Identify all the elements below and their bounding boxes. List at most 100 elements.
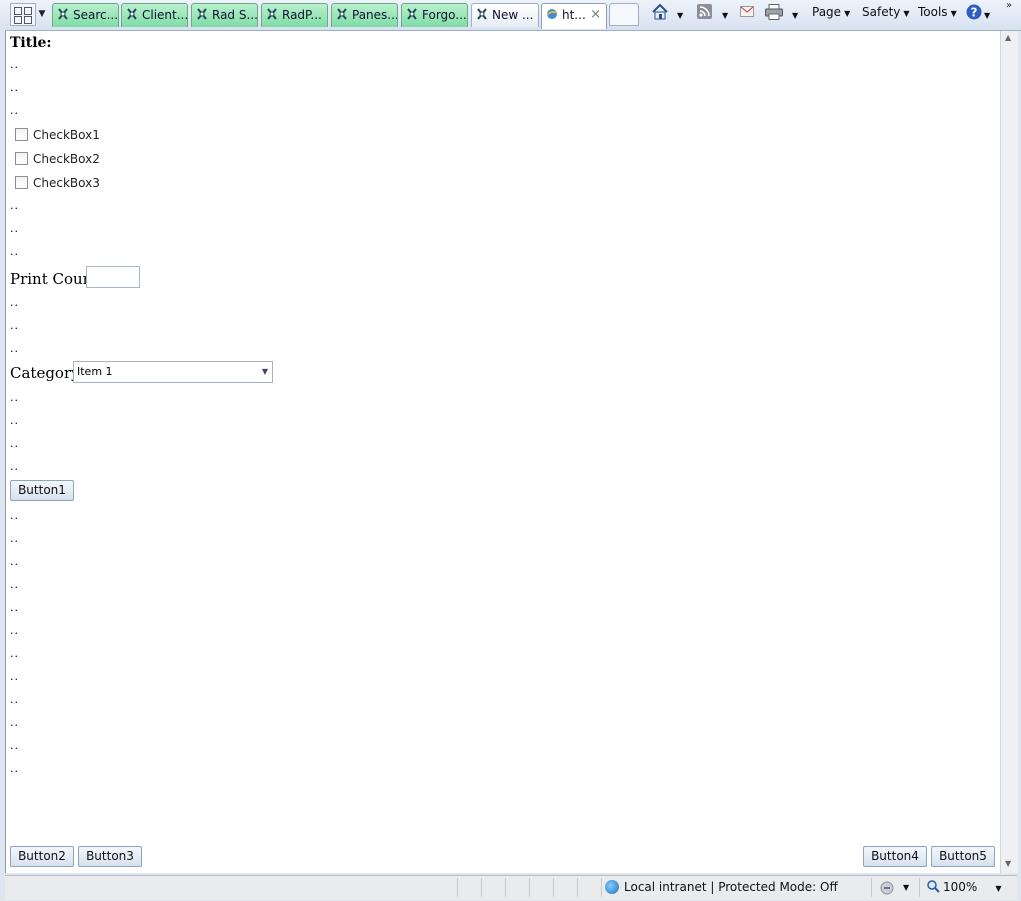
tools-menu[interactable]: Tools ▼ — [918, 4, 957, 24]
filler-text: .. — [10, 716, 19, 729]
tab-search[interactable]: Searc... — [52, 3, 119, 27]
xenu-tab-icon — [267, 8, 277, 20]
tab-rad-s[interactable]: Rad S... — [191, 3, 258, 27]
print-count-input[interactable] — [86, 266, 140, 288]
quick-tabs-button[interactable] — [10, 3, 36, 26]
scroll-down-icon[interactable]: ▼ — [1005, 859, 1011, 868]
grid-icon — [14, 7, 22, 15]
filler-text: .. — [10, 670, 19, 683]
xenu-tab-icon — [407, 8, 417, 20]
checkbox-box[interactable] — [15, 176, 28, 189]
scroll-up-icon[interactable]: ▲ — [1005, 33, 1011, 42]
chevron-down-icon[interactable]: ▼ — [903, 883, 909, 892]
filler-text: .. — [10, 762, 19, 775]
filler-text: .. — [10, 391, 19, 404]
tab-label: ht... — [562, 8, 586, 22]
vertical-scrollbar[interactable]: ▲ ▼ — [1000, 31, 1018, 873]
tab-label: New ... — [492, 8, 534, 22]
checkbox-label: CheckBox1 — [33, 128, 100, 142]
filler-text: .. — [10, 647, 19, 660]
tab-label: Rad S... — [212, 8, 258, 22]
close-tab-icon[interactable]: × — [590, 4, 601, 26]
checkbox-box[interactable] — [15, 152, 28, 165]
security-zone[interactable]: Local intranet | Protected Mode: Off — [605, 880, 838, 894]
tab-new[interactable]: New ... — [471, 3, 539, 27]
filler-text: .. — [10, 199, 19, 212]
new-tab-button[interactable] — [609, 3, 639, 26]
feeds-dropdown[interactable]: ▼ — [722, 7, 728, 27]
mail-icon[interactable] — [740, 6, 754, 17]
page-menu[interactable]: Page ▼ — [812, 4, 850, 24]
status-divider — [481, 878, 482, 897]
tab-forgo[interactable]: Forgo... — [401, 3, 468, 27]
filler-text: .. — [10, 509, 19, 522]
button-4[interactable]: Button4 — [863, 846, 927, 867]
checkbox-3[interactable]: CheckBox3 — [15, 176, 100, 190]
tab-list-dropdown[interactable]: ▼ — [36, 3, 48, 26]
filler-text: .. — [10, 555, 19, 568]
zoom-level: 100% — [943, 880, 978, 894]
category-select[interactable]: Item 1 ▼ — [73, 361, 273, 383]
status-divider — [601, 878, 602, 897]
chevron-down-icon[interactable]: ▼ — [262, 362, 268, 382]
tab-label: Client... — [142, 8, 188, 22]
xenu-tab-icon — [197, 8, 207, 20]
button-2[interactable]: Button2 — [10, 846, 74, 867]
tab-active-page[interactable]: ht... × — [541, 3, 607, 29]
feeds-icon[interactable] — [697, 4, 712, 19]
checkbox-1[interactable]: CheckBox1 — [15, 128, 100, 142]
checkbox-box[interactable] — [15, 128, 28, 141]
help-dropdown[interactable]: ▼ — [984, 7, 990, 27]
status-divider — [553, 878, 554, 897]
filler-text: .. — [10, 81, 19, 94]
status-divider — [505, 878, 506, 897]
tab-strip: ▼ Searc... Client... Rad S... RadP... Pa… — [0, 0, 1021, 31]
grid-icon-cell — [24, 16, 32, 24]
tab-label: Forgo... — [422, 8, 467, 22]
filler-text: .. — [10, 437, 19, 450]
chevron-down-icon: ▼ — [903, 9, 910, 18]
safety-menu-label: Safety — [862, 5, 901, 19]
status-bar: Local intranet | Protected Mode: Off ▼ 1… — [5, 875, 1017, 900]
tab-client[interactable]: Client... — [121, 3, 188, 27]
filler-text: .. — [10, 532, 19, 545]
toolbar-overflow-chevron[interactable]: » — [1006, 0, 1012, 11]
filler-text: .. — [10, 245, 19, 258]
security-zone-text: Local intranet | Protected Mode: Off — [624, 880, 838, 894]
chevron-down-icon[interactable]: ▼ — [995, 884, 1001, 893]
filler-text: .. — [10, 578, 19, 591]
tab-label: RadP... — [282, 8, 322, 22]
status-divider — [577, 878, 578, 897]
button-3[interactable]: Button3 — [78, 846, 142, 867]
page-content: Title: .. .. .. CheckBox1 CheckBox2 Chec… — [5, 31, 1000, 873]
home-icon[interactable] — [651, 3, 669, 21]
chevron-down-icon: ▼ — [950, 9, 957, 18]
filler-text: .. — [10, 296, 19, 309]
svg-text:?: ? — [971, 6, 978, 20]
tab-radp[interactable]: RadP... — [261, 3, 328, 27]
tab-label: Searc... — [73, 8, 119, 22]
button-1[interactable]: Button1 — [10, 480, 74, 501]
filler-text: .. — [10, 222, 19, 235]
tab-panes[interactable]: Panes... — [331, 3, 398, 27]
print-icon[interactable] — [765, 4, 783, 20]
category-selected-value: Item 1 — [77, 365, 113, 378]
status-divider — [871, 878, 872, 897]
xenu-tab-icon — [477, 8, 487, 20]
filler-text: .. — [10, 693, 19, 706]
zoom-control[interactable]: 100% ▼ — [927, 880, 1001, 894]
filler-text: .. — [10, 319, 19, 332]
checkbox-2[interactable]: CheckBox2 — [15, 152, 100, 166]
safety-menu[interactable]: Safety ▼ — [862, 4, 910, 24]
home-dropdown[interactable]: ▼ — [677, 7, 683, 27]
print-dropdown[interactable]: ▼ — [792, 7, 798, 27]
intranet-globe-icon — [605, 880, 619, 894]
status-divider — [529, 878, 530, 897]
filler-text: .. — [10, 601, 19, 614]
filler-text: .. — [10, 460, 19, 473]
xenu-tab-icon — [337, 8, 347, 20]
button-5[interactable]: Button5 — [931, 846, 995, 867]
protected-mode-icon[interactable] — [880, 881, 896, 895]
help-icon[interactable]: ? — [966, 4, 982, 20]
grid-icon-cell — [14, 16, 22, 24]
